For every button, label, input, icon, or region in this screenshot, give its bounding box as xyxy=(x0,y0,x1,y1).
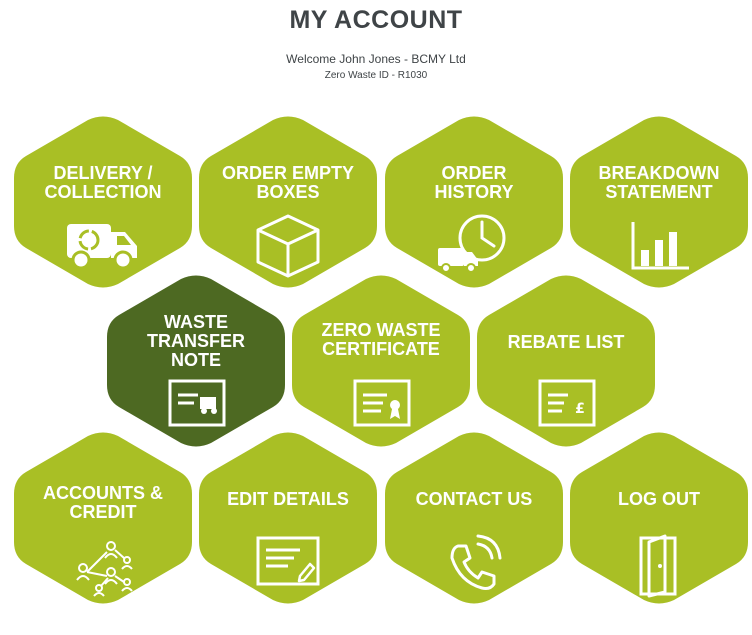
tile-label: LOG OUT xyxy=(618,489,700,509)
tile-label: ACCOUNTS & CREDIT xyxy=(43,483,163,522)
tile-label: ORDER EMPTY BOXES xyxy=(221,163,354,202)
tile-contact-us[interactable]: CONTACT US xyxy=(385,432,563,604)
tile-accounts-credit[interactable]: ACCOUNTS & CREDIT xyxy=(14,432,192,604)
tile-waste-transfer-note[interactable]: WASTE TRANSFER NOTE xyxy=(107,275,285,447)
svg-text:£: £ xyxy=(575,401,585,417)
welcome-message: Welcome John Jones - BCMY Ltd xyxy=(286,52,466,66)
door-icon xyxy=(639,534,677,598)
tile-label: REBATE LIST xyxy=(507,332,625,352)
tile-breakdown-statement[interactable]: BREAKDOWN STATEMENT xyxy=(570,116,748,288)
tile-label: BREAKDOWN STATEMENT xyxy=(598,163,720,202)
tile-delivery-collection[interactable]: DELIVERY / COLLECTION xyxy=(14,116,192,288)
tile-label: ZERO WASTE CERTIFICATE xyxy=(321,320,441,359)
tile-order-history[interactable]: ORDER HISTORY xyxy=(385,116,563,288)
tile-edit-details[interactable]: EDIT DETAILS xyxy=(199,432,377,604)
tile-label: EDIT DETAILS xyxy=(227,489,349,509)
tile-label: DELIVERY / COLLECTION xyxy=(44,163,162,202)
page-title: MY ACCOUNT xyxy=(289,6,463,34)
tile-label: CONTACT US xyxy=(415,489,533,509)
network-people-icon xyxy=(76,541,133,597)
recycling-van-icon xyxy=(67,224,137,270)
tile-label: ORDER HISTORY xyxy=(434,163,514,202)
tile-zero-waste-certificate[interactable]: ZERO WASTE CERTIFICATE xyxy=(292,275,470,447)
tile-log-out[interactable]: LOG OUT xyxy=(570,432,748,604)
tile-rebate-list[interactable]: REBATE LIST £ xyxy=(477,275,655,447)
clock-van-icon xyxy=(438,214,506,273)
bar-chart-icon xyxy=(631,222,689,270)
phone-icon xyxy=(450,534,502,590)
box-icon xyxy=(256,214,320,278)
zero-waste-id: Zero Waste ID - R1030 xyxy=(324,70,428,81)
edit-document-icon xyxy=(256,536,320,586)
tile-label: WASTE TRANSFER NOTE xyxy=(147,312,245,370)
tile-order-empty-boxes[interactable]: ORDER EMPTY BOXES xyxy=(199,116,377,288)
